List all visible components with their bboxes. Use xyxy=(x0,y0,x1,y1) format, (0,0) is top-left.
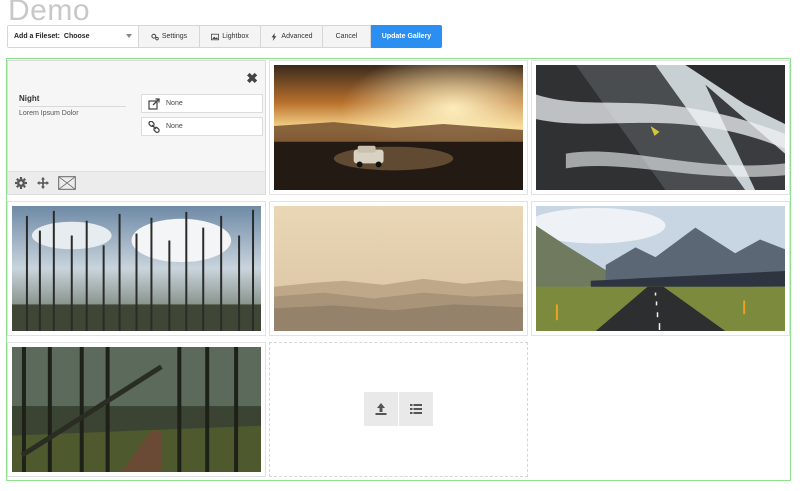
mountain-road-photo xyxy=(536,206,785,331)
advanced-button[interactable]: Advanced xyxy=(261,26,323,47)
list-icon xyxy=(410,404,422,414)
link-url-value: None xyxy=(166,123,183,130)
upload-tile xyxy=(269,342,528,477)
settings-label: Settings xyxy=(161,33,188,40)
page-title: Demo xyxy=(8,0,91,27)
hazy-hills-photo xyxy=(274,206,523,331)
title-divider xyxy=(19,106,126,107)
fileset-value: Choose xyxy=(63,33,90,40)
gallery-image-tile[interactable] xyxy=(531,201,790,336)
mountain-mist-photo xyxy=(536,65,785,190)
fileset-select[interactable]: Add a Fileset: Choose xyxy=(8,26,139,47)
image-placeholder-icon[interactable] xyxy=(58,176,76,190)
settings-button[interactable]: Settings xyxy=(139,26,200,47)
link-icon xyxy=(148,120,160,133)
upload-button[interactable] xyxy=(364,392,398,426)
lightbox-label: Lightbox xyxy=(222,33,249,40)
gear-icon[interactable] xyxy=(14,176,28,190)
forest-path-photo xyxy=(12,347,261,472)
upload-actions xyxy=(364,392,433,426)
edit-panel-footer xyxy=(8,171,265,194)
close-icon[interactable]: ✖ xyxy=(246,71,258,85)
link-target-value: None xyxy=(166,100,183,107)
cancel-button[interactable]: Cancel xyxy=(323,26,371,47)
cancel-label: Cancel xyxy=(335,33,358,40)
update-label: Update Gallery xyxy=(381,33,432,40)
gallery-image-tile[interactable] xyxy=(269,60,528,195)
sunset-desert-photo xyxy=(274,65,523,190)
forest-clouds-photo xyxy=(12,206,261,331)
upload-icon xyxy=(375,403,387,415)
item-description[interactable]: Lorem Ipsum Dolor xyxy=(19,110,79,117)
gallery-image-tile[interactable] xyxy=(7,342,266,477)
update-gallery-button[interactable]: Update Gallery xyxy=(371,25,442,48)
gallery-image-tile[interactable] xyxy=(7,201,266,336)
bolt-icon xyxy=(272,32,277,41)
lightbox-button[interactable]: Lightbox xyxy=(200,26,261,47)
item-title[interactable]: Night xyxy=(19,94,39,103)
advanced-label: Advanced xyxy=(281,33,313,40)
external-link-icon xyxy=(148,97,160,110)
link-target-field[interactable]: None xyxy=(141,94,263,113)
edit-panel: ✖ Night Lorem Ipsum Dolor None None xyxy=(7,60,266,195)
list-button[interactable] xyxy=(399,392,433,426)
gallery-image-tile[interactable] xyxy=(531,60,790,195)
picture-icon xyxy=(211,33,220,40)
gears-icon xyxy=(151,33,159,40)
gallery-image-tile[interactable] xyxy=(269,201,528,336)
fileset-label: Add a Fileset: xyxy=(14,33,60,40)
link-url-field[interactable]: None xyxy=(141,117,263,136)
gallery-toolbar: Add a Fileset: Choose Settings Lightbox … xyxy=(7,25,442,48)
move-icon[interactable] xyxy=(36,176,50,190)
chevron-down-icon xyxy=(126,34,132,38)
